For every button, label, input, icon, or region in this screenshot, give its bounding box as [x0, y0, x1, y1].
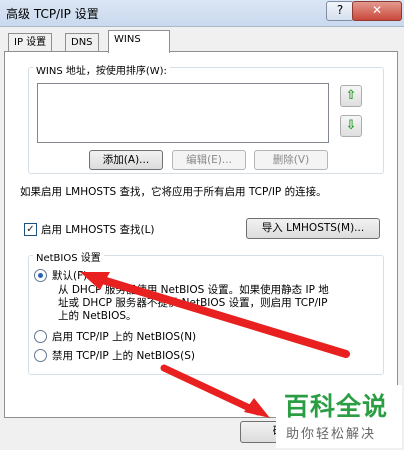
annotation-arrows	[80, 272, 350, 418]
red-arrow-ok	[160, 364, 270, 418]
tab-wins[interactable]: WINS	[108, 30, 170, 53]
watermark-title: 百科全说	[284, 392, 389, 421]
watermark-logo: 百科全说 助你轻松解决	[276, 385, 402, 448]
red-arrow-default	[80, 272, 350, 358]
watermark-subtitle: 助你轻松解决	[286, 427, 377, 442]
